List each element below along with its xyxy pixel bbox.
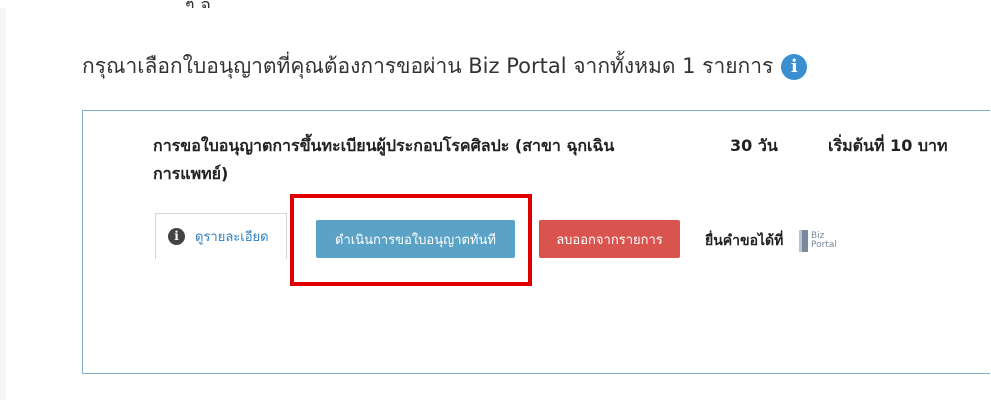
view-details-label: ดูรายละเอียด <box>195 230 269 245</box>
license-card: การขอใบอนุญาตการขึ้นทะเบียนผู้ประกอบโรคศ… <box>82 110 990 374</box>
view-details-tab[interactable]: i ดูรายละเอียด <box>155 213 287 259</box>
license-title: การขอใบอนุญาตการขึ้นทะเบียนผู้ประกอบโรคศ… <box>153 136 615 183</box>
top-strip <box>0 0 991 8</box>
submit-at-label: ยื่นคำขอได้ที่ <box>705 233 784 249</box>
info-circle-icon: i <box>168 228 185 245</box>
license-fee: เริ่มต้นที่ 10 บาท <box>828 136 948 155</box>
info-circle-icon[interactable]: i <box>781 53 808 80</box>
highlight-box <box>290 194 532 286</box>
biz-portal-logo-mark <box>799 230 808 252</box>
page-title: กรุณาเลือกใบอนุญาตที่คุณต้องการขอผ่าน Bi… <box>82 54 774 78</box>
license-duration: 30 วัน <box>730 136 778 155</box>
biz-portal-logo: Biz Portal <box>799 226 849 256</box>
biz-portal-logo-text: Biz Portal <box>811 232 837 250</box>
remove-from-list-button[interactable]: ลบออกจากรายการ <box>539 220 680 258</box>
page-heading: กรุณาเลือกใบอนุญาตที่คุณต้องการขอผ่าน Bi… <box>82 50 808 83</box>
logo-text-line2: Portal <box>811 240 837 250</box>
